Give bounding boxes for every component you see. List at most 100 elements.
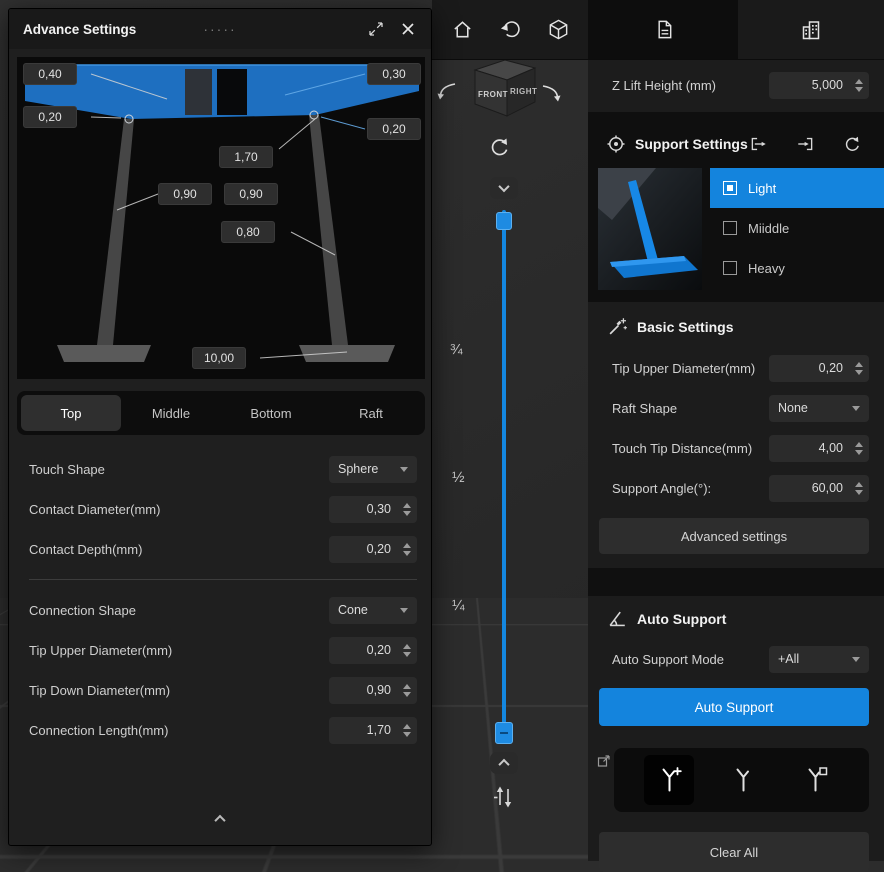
layer-slider-upper-handle[interactable] [496, 212, 512, 230]
home-icon [451, 18, 474, 41]
chevron-down-icon [400, 607, 408, 613]
dim-chip-tip-down-b: 0,90 [224, 183, 278, 205]
reset-rotation-button[interactable] [488, 136, 512, 160]
wand-icon [606, 316, 628, 338]
selected-option: None [778, 401, 808, 415]
support-settings-header: Support Settings [606, 124, 748, 164]
contact-diameter-input[interactable]: 0,30 [329, 495, 417, 523]
connection-length-input[interactable]: 1,70 [329, 716, 417, 744]
raft-shape-select[interactable]: None [769, 394, 869, 422]
toolbar-slice-tab[interactable] [588, 0, 738, 59]
auto-support-mode-select[interactable]: +All [769, 645, 869, 673]
layer-step-down-button[interactable] [490, 177, 518, 199]
spinner-arrows[interactable] [403, 677, 411, 704]
reset-profile-button[interactable] [842, 134, 862, 154]
layer-slider-lower-handle[interactable] [495, 722, 513, 744]
slider-tick-half: ½ [452, 469, 465, 486]
import-profile-icon [748, 134, 768, 154]
orientation-cube[interactable]: FRONT RIGHT [464, 52, 544, 130]
tip-upper-diameter-input[interactable]: 0,20 [769, 354, 869, 382]
dim-chip-top-right: 0,30 [367, 63, 421, 85]
tip-upper-diameter-input[interactable]: 0,20 [329, 636, 417, 664]
connection-shape-row: Connection Shape Cone [29, 590, 417, 630]
slider-tick-quarter: ¼ [452, 597, 465, 614]
cube-right-label: RIGHT [510, 87, 537, 96]
tip-down-diameter-input[interactable]: 0,90 [329, 676, 417, 704]
rotate-view-right-button[interactable] [540, 82, 562, 104]
preset-heavy[interactable]: Heavy [710, 248, 884, 288]
spinner-arrows[interactable] [403, 536, 411, 563]
touch-shape-select[interactable]: Sphere [329, 455, 417, 483]
tab-raft[interactable]: Raft [321, 395, 421, 431]
undo-button[interactable] [492, 12, 528, 48]
chevron-down-icon [400, 466, 408, 472]
chevron-down-icon [852, 656, 860, 662]
import-profile-button[interactable] [748, 134, 768, 154]
rotate-view-left-button[interactable] [436, 80, 458, 102]
layer-range-toggle-button[interactable] [492, 784, 516, 810]
preset-label: Miiddle [748, 220, 790, 236]
close-icon [401, 22, 415, 36]
basic-settings-header: Basic Settings [606, 310, 733, 344]
support-angle-row: Support Angle(°): 60,00 [588, 468, 884, 508]
basic-settings-title: Basic Settings [637, 319, 734, 335]
tab-top[interactable]: Top [21, 395, 121, 431]
spinner-arrows[interactable] [855, 355, 863, 382]
reset-icon [842, 134, 862, 154]
chevron-up-icon [498, 758, 510, 771]
field-label: Tip Down Diameter(mm) [29, 682, 171, 698]
spinner-arrows[interactable] [403, 637, 411, 664]
clear-all-button[interactable]: Clear All [599, 832, 869, 872]
field-label: Raft Shape [612, 400, 678, 416]
z-lift-value: 5,000 [811, 78, 843, 92]
connection-length-row: Connection Length(mm) 1,70 [29, 710, 417, 750]
model-cube-button[interactable] [540, 12, 576, 48]
tip-down-diameter-row: Tip Down Diameter(mm) 0,90 [29, 670, 417, 710]
delete-support-tool[interactable] [720, 757, 766, 803]
spinner-arrows[interactable] [855, 72, 863, 99]
rotate-left-icon [436, 80, 458, 102]
z-lift-height-input[interactable]: 5,000 [769, 71, 869, 99]
slider-tick-three-quarters: ¾ [450, 341, 463, 358]
dialog-header[interactable]: Advance Settings ····· [9, 9, 431, 49]
dialog-tabbar: Top Middle Bottom Raft [17, 391, 425, 435]
toolbar-build-tab[interactable] [738, 0, 884, 59]
dim-chip-right: 0,20 [367, 118, 421, 140]
edit-support-tool[interactable] [792, 757, 838, 803]
contact-depth-input[interactable]: 0,20 [329, 535, 417, 563]
layer-step-up-button[interactable] [490, 752, 518, 774]
spinner-arrows[interactable] [855, 435, 863, 462]
expand-dialog-button[interactable] [365, 18, 387, 40]
target-icon [606, 134, 626, 154]
preset-middle[interactable]: Miiddle [710, 208, 884, 248]
file-settings-button[interactable] [645, 12, 681, 48]
advanced-settings-button[interactable]: Advanced settings [599, 518, 869, 554]
close-dialog-button[interactable] [397, 18, 419, 40]
layer-range-slider[interactable] [502, 210, 506, 744]
field-value: 0,20 [818, 361, 843, 375]
spinner-arrows[interactable] [855, 475, 863, 502]
tab-middle[interactable]: Middle [121, 395, 221, 431]
field-value: 60,00 [811, 481, 843, 495]
tools-popout-button[interactable] [597, 754, 611, 768]
dialog-form: Touch Shape Sphere Contact Diameter(mm) … [9, 449, 431, 750]
tab-bottom[interactable]: Bottom [221, 395, 321, 431]
connection-shape-select[interactable]: Cone [329, 596, 417, 624]
spinner-arrows[interactable] [403, 717, 411, 744]
selected-option: Sphere [338, 462, 379, 476]
z-lift-row: Z Lift Height (mm) 5,000 [588, 70, 884, 100]
rotate-reset-icon [488, 136, 512, 160]
home-button[interactable] [444, 12, 480, 48]
auto-support-button[interactable]: Auto Support [599, 688, 869, 726]
collapse-dialog-button[interactable] [9, 814, 431, 827]
spinner-arrows[interactable] [403, 496, 411, 523]
field-label: Support Angle(°): [612, 480, 712, 496]
export-profile-button[interactable] [796, 134, 816, 154]
preset-light[interactable]: Light [710, 168, 884, 208]
add-support-tool[interactable] [644, 755, 694, 805]
raft-shape-row: Raft Shape None [588, 388, 884, 428]
field-label: Contact Depth(mm) [29, 541, 143, 557]
printer-button[interactable] [793, 12, 829, 48]
support-angle-input[interactable]: 60,00 [769, 474, 869, 502]
touch-tip-distance-input[interactable]: 4,00 [769, 434, 869, 462]
